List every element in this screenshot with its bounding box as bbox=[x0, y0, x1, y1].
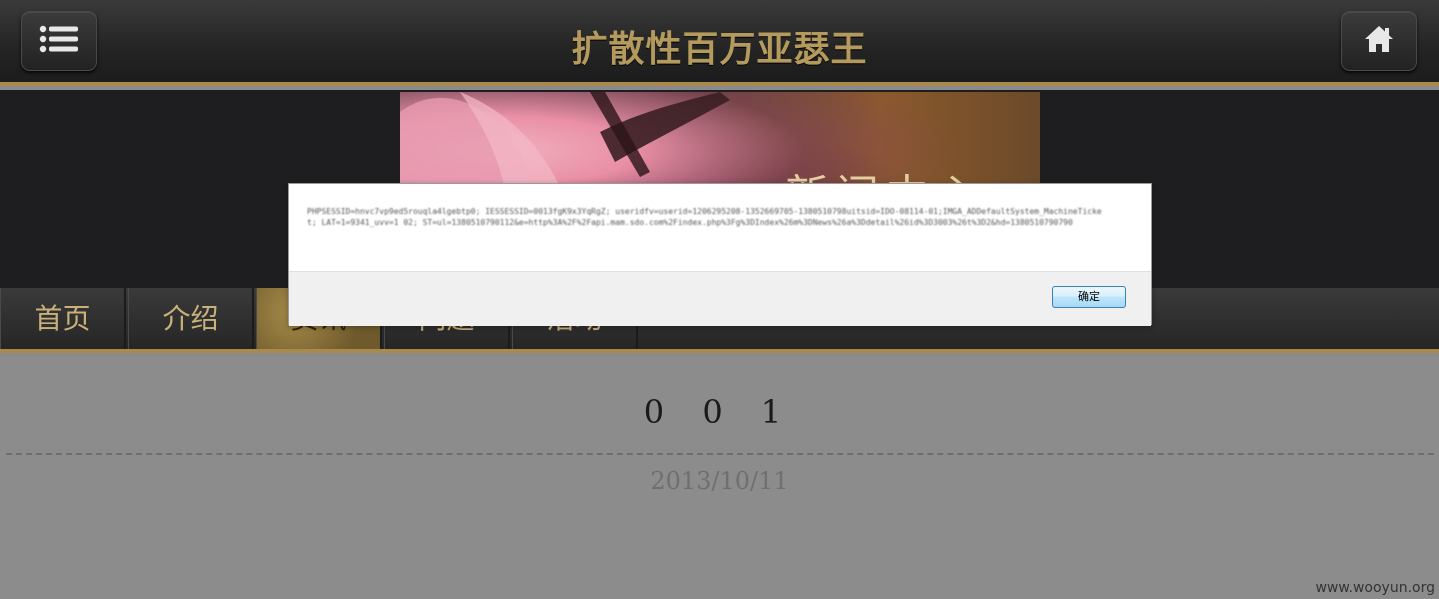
home-icon bbox=[1363, 24, 1395, 58]
top-header: 扩散性百万亚瑟王 bbox=[0, 0, 1439, 86]
ok-button[interactable]: 确定 bbox=[1052, 286, 1126, 308]
alert-message: PHPSESSID=hnvc7vp9ed5rouqla4lgebtp0; IES… bbox=[307, 207, 1102, 227]
site-title: 扩散性百万亚瑟王 bbox=[571, 28, 868, 70]
watermark: www.wooyun.org bbox=[1315, 580, 1435, 596]
tab-intro[interactable]: 介绍 bbox=[128, 288, 254, 349]
alert-dialog: PHPSESSID=hnvc7vp9ed5rouqla4lgebtp0; IES… bbox=[288, 183, 1152, 326]
home-button[interactable] bbox=[1341, 11, 1417, 71]
divider bbox=[6, 453, 1434, 455]
post-title: 0 0 1 bbox=[643, 393, 796, 431]
post-date: 2013/10/11 bbox=[650, 467, 789, 495]
tab-home[interactable]: 首页 bbox=[0, 288, 126, 349]
dialog-footer: 确定 bbox=[289, 271, 1151, 326]
